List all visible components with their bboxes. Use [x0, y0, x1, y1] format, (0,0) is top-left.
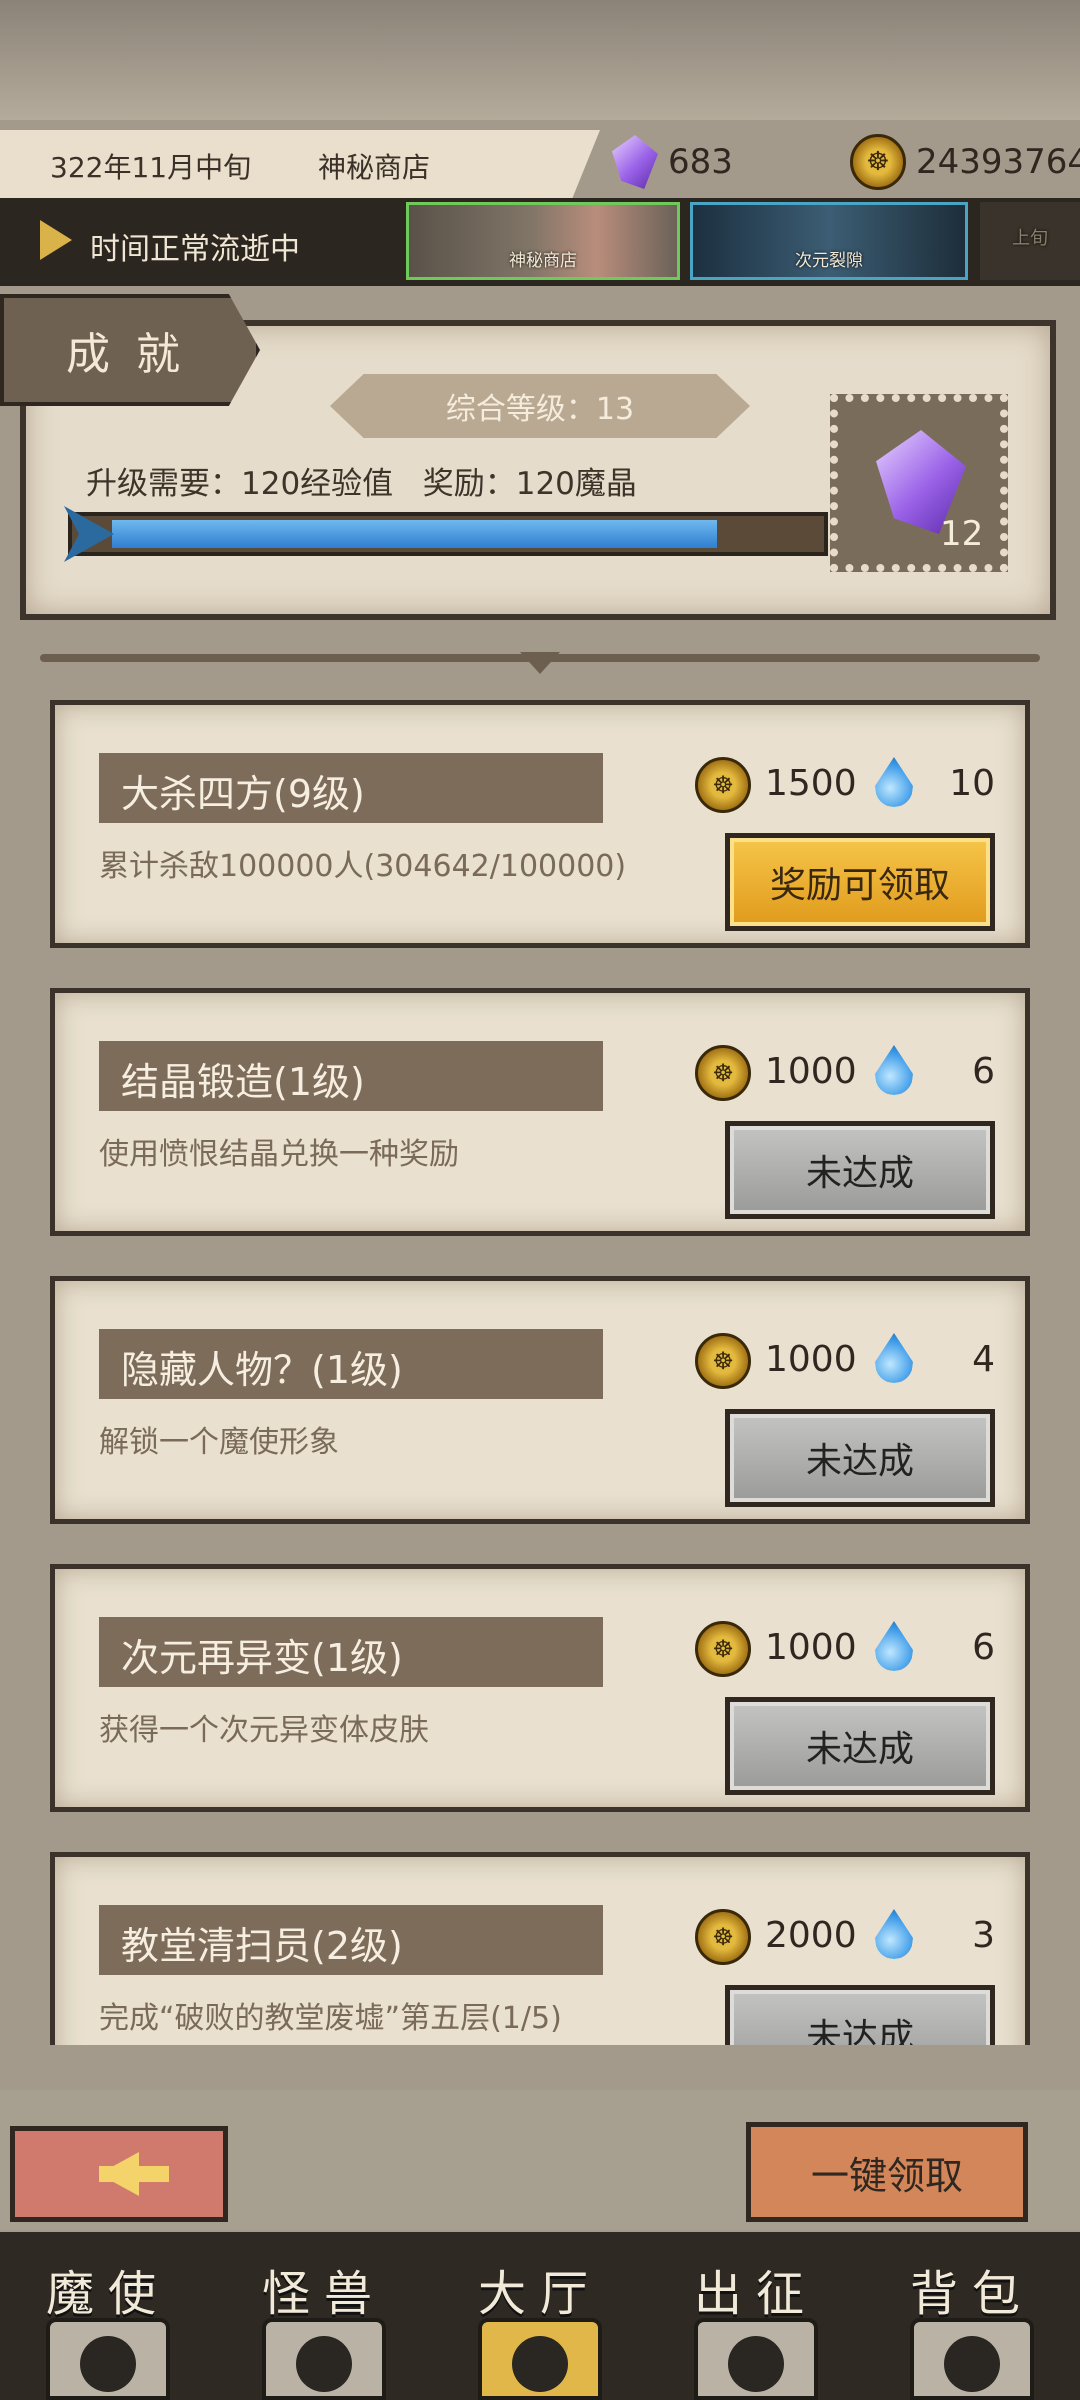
- gold-counter: ☸ 24393764: [850, 130, 1080, 194]
- hall-icon: [478, 2318, 602, 2400]
- water-drop-icon: [875, 1909, 913, 1959]
- nav-tab-hall[interactable]: 大厅: [432, 2232, 648, 2400]
- achievement-card: 隐藏人物？(1级) 解锁一个魔使形象 ☸ 1000 4 未达成: [50, 1276, 1030, 1524]
- gold-coin-icon: ☸: [695, 1621, 751, 1677]
- nav-label: 魔使: [45, 2266, 170, 2322]
- back-button[interactable]: [10, 2126, 228, 2222]
- gold-coin-icon: ☸: [695, 1333, 751, 1389]
- skull-icon: [46, 2318, 170, 2400]
- overall-level: 综合等级：13: [445, 392, 635, 427]
- nav-label: 大厅: [477, 2266, 602, 2322]
- levelup-requirement: 升级需要：120经验值 奖励：120魔晶: [86, 466, 637, 502]
- achievement-card: 教堂清扫员(2级) 完成“破败的教堂废墟”第五层(1/5) ☸ 2000 3 未…: [50, 1852, 1030, 2045]
- achievement-name: 大杀四方(9级): [121, 772, 365, 816]
- achievement-desc: 解锁一个魔使形象: [99, 1425, 339, 1460]
- event-mystery-shop[interactable]: 神秘商店: [406, 202, 680, 280]
- nav-tab-monster[interactable]: 怪兽: [216, 2232, 432, 2400]
- achievement-name: 教堂清扫员(2级): [121, 1924, 403, 1968]
- not-achieved-button[interactable]: 未达成: [725, 1985, 995, 2045]
- gold-coin-icon: ☸: [850, 134, 906, 190]
- backpack-icon: [910, 2318, 1034, 2400]
- event-label: 次元裂隙: [795, 251, 863, 271]
- water-drop-icon: [875, 1045, 913, 1095]
- divider-ornament: [520, 652, 560, 674]
- back-arrow-icon: [99, 2152, 169, 2196]
- time-status: 时间正常流逝中: [90, 232, 300, 267]
- water-drop-icon: [875, 757, 913, 807]
- reward-count: 12: [940, 514, 984, 554]
- event-label: 神秘商店: [509, 251, 577, 271]
- crystal-icon: [612, 135, 658, 189]
- not-achieved-button[interactable]: 未达成: [725, 1121, 995, 1219]
- achievement-name: 结晶锻造(1级): [121, 1060, 365, 1104]
- gold-reward: 2000: [765, 1915, 857, 1956]
- crystal-count: 683: [668, 142, 733, 182]
- achievement-name: 次元再异变(1级): [121, 1636, 403, 1680]
- gold-reward: 1000: [765, 1339, 857, 1380]
- event-dimension-rift[interactable]: 次元裂隙: [690, 202, 968, 280]
- nav-tab-backpack[interactable]: 背包: [864, 2232, 1080, 2400]
- gold-coin-icon: ☸: [695, 1909, 751, 1965]
- water-drop-icon: [875, 1621, 913, 1671]
- drop-reward: 6: [972, 1051, 995, 1092]
- date-text: 322年11月中旬: [50, 151, 252, 184]
- monster-icon: [262, 2318, 386, 2400]
- xp-progress-fill: [112, 520, 717, 548]
- gold-reward: 1000: [765, 1627, 857, 1668]
- gold-coin-icon: ☸: [695, 757, 751, 813]
- crystal-counter: 683: [612, 130, 733, 194]
- achievement-desc: 获得一个次元异变体皮肤: [99, 1713, 429, 1748]
- nav-label: 出征: [693, 2266, 818, 2322]
- achievement-list[interactable]: 大杀四方(9级) 累计杀敌100000人(304642/100000) ☸ 15…: [40, 700, 1040, 2045]
- battle-icon: [694, 2318, 818, 2400]
- drop-reward: 4: [972, 1339, 995, 1380]
- event-label: 上旬: [1012, 228, 1048, 249]
- nav-label: 背包: [909, 2266, 1034, 2322]
- gold-reward: 1000: [765, 1051, 857, 1092]
- achievement-desc: 完成“破败的教堂废墟”第五层(1/5): [99, 2001, 562, 2036]
- achievement-desc: 使用愤恨结晶兑换一种奖励: [99, 1137, 459, 1172]
- achievement-card: 大杀四方(9级) 累计杀敌100000人(304642/100000) ☸ 15…: [50, 700, 1030, 948]
- not-achieved-button[interactable]: 未达成: [725, 1697, 995, 1795]
- achievement-name: 隐藏人物？(1级): [121, 1348, 403, 1392]
- gold-count: 24393764: [916, 142, 1080, 182]
- nav-tab-expedition[interactable]: 出征: [648, 2232, 864, 2400]
- water-drop-icon: [875, 1333, 913, 1383]
- drop-reward: 6: [972, 1627, 995, 1668]
- page-title: 成 就: [66, 329, 186, 380]
- top-background: [0, 0, 1080, 120]
- event-next[interactable]: 上旬: [980, 202, 1080, 280]
- achievement-card: 次元再异变(1级) 获得一个次元异变体皮肤 ☸ 1000 6 未达成: [50, 1564, 1030, 1812]
- nav-tab-envoy[interactable]: 魔使: [0, 2232, 216, 2400]
- gold-coin-icon: ☸: [695, 1045, 751, 1101]
- achievement-card: 结晶锻造(1级) 使用愤恨结晶兑换一种奖励 ☸ 1000 6 未达成: [50, 988, 1030, 1236]
- gold-reward: 1500: [765, 763, 857, 804]
- drop-reward: 3: [972, 1915, 995, 1956]
- not-achieved-button[interactable]: 未达成: [725, 1409, 995, 1507]
- play-icon[interactable]: [40, 220, 72, 260]
- nav-label: 怪兽: [261, 2266, 386, 2322]
- claim-all-button[interactable]: 一键领取: [746, 2122, 1028, 2222]
- claim-reward-button[interactable]: 奖励可领取: [725, 833, 995, 931]
- date-banner: 322年11月中旬 神秘商店: [0, 130, 600, 204]
- drop-reward: 10: [949, 763, 995, 804]
- achievement-desc: 累计杀敌100000人(304642/100000): [99, 849, 627, 884]
- location-text: 神秘商店: [318, 151, 431, 184]
